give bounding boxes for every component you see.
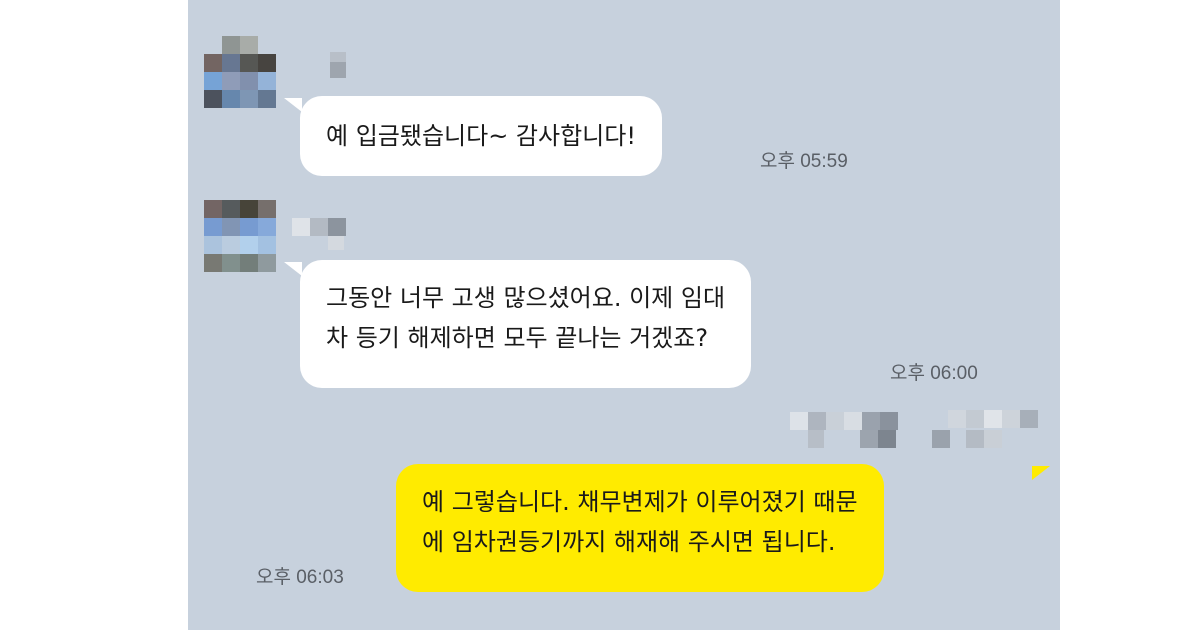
- sender-name-pixelated: [292, 218, 346, 236]
- bubble-tail: [284, 262, 302, 276]
- outgoing-name-pixelated: [790, 412, 898, 430]
- message-timestamp: 오후 05:59: [760, 151, 848, 172]
- bubble-tail: [1032, 466, 1050, 480]
- outgoing-name-pixelated-2: [808, 430, 950, 448]
- incoming-message-bubble[interactable]: 예 입금됐습니다~ 감사합니다!: [300, 96, 662, 176]
- incoming-message-bubble[interactable]: 그동안 너무 고생 많으셨어요. 이제 임대 차 등기 해제하면 모두 끝나는 …: [300, 260, 752, 388]
- message-text-line-2: 차 등기 해제하면 모두 끝나는 거겠죠?: [326, 324, 709, 352]
- sender-name-pixelated-2: [328, 236, 344, 250]
- sender-avatar-icon[interactable]: [204, 200, 276, 272]
- sender-name-pixelated-2: [330, 62, 346, 78]
- message-text-line-1: 예 그렇습니다. 채무변제가 이루어졌기 때문: [422, 488, 858, 516]
- sender-avatar-icon[interactable]: [204, 36, 276, 108]
- outgoing-name-pixelated-3: [948, 410, 1038, 428]
- message-text-line-2: 에 임차권등기까지 해재해 주시면 됩니다.: [422, 528, 836, 556]
- outgoing-name-pixelated-4: [966, 430, 1002, 448]
- message-timestamp: 오후 06:00: [890, 363, 978, 384]
- bubble-tail: [284, 98, 302, 112]
- message-text-line-1: 그동안 너무 고생 많으셨어요. 이제 임대: [326, 284, 726, 312]
- message-timestamp: 오후 06:03: [256, 567, 344, 588]
- message-text: 예 입금됐습니다~ 감사합니다!: [326, 122, 636, 150]
- outgoing-message-bubble[interactable]: 예 그렇습니다. 채무변제가 이루어졌기 때문 에 임차권등기까지 해재해 주시…: [396, 464, 884, 592]
